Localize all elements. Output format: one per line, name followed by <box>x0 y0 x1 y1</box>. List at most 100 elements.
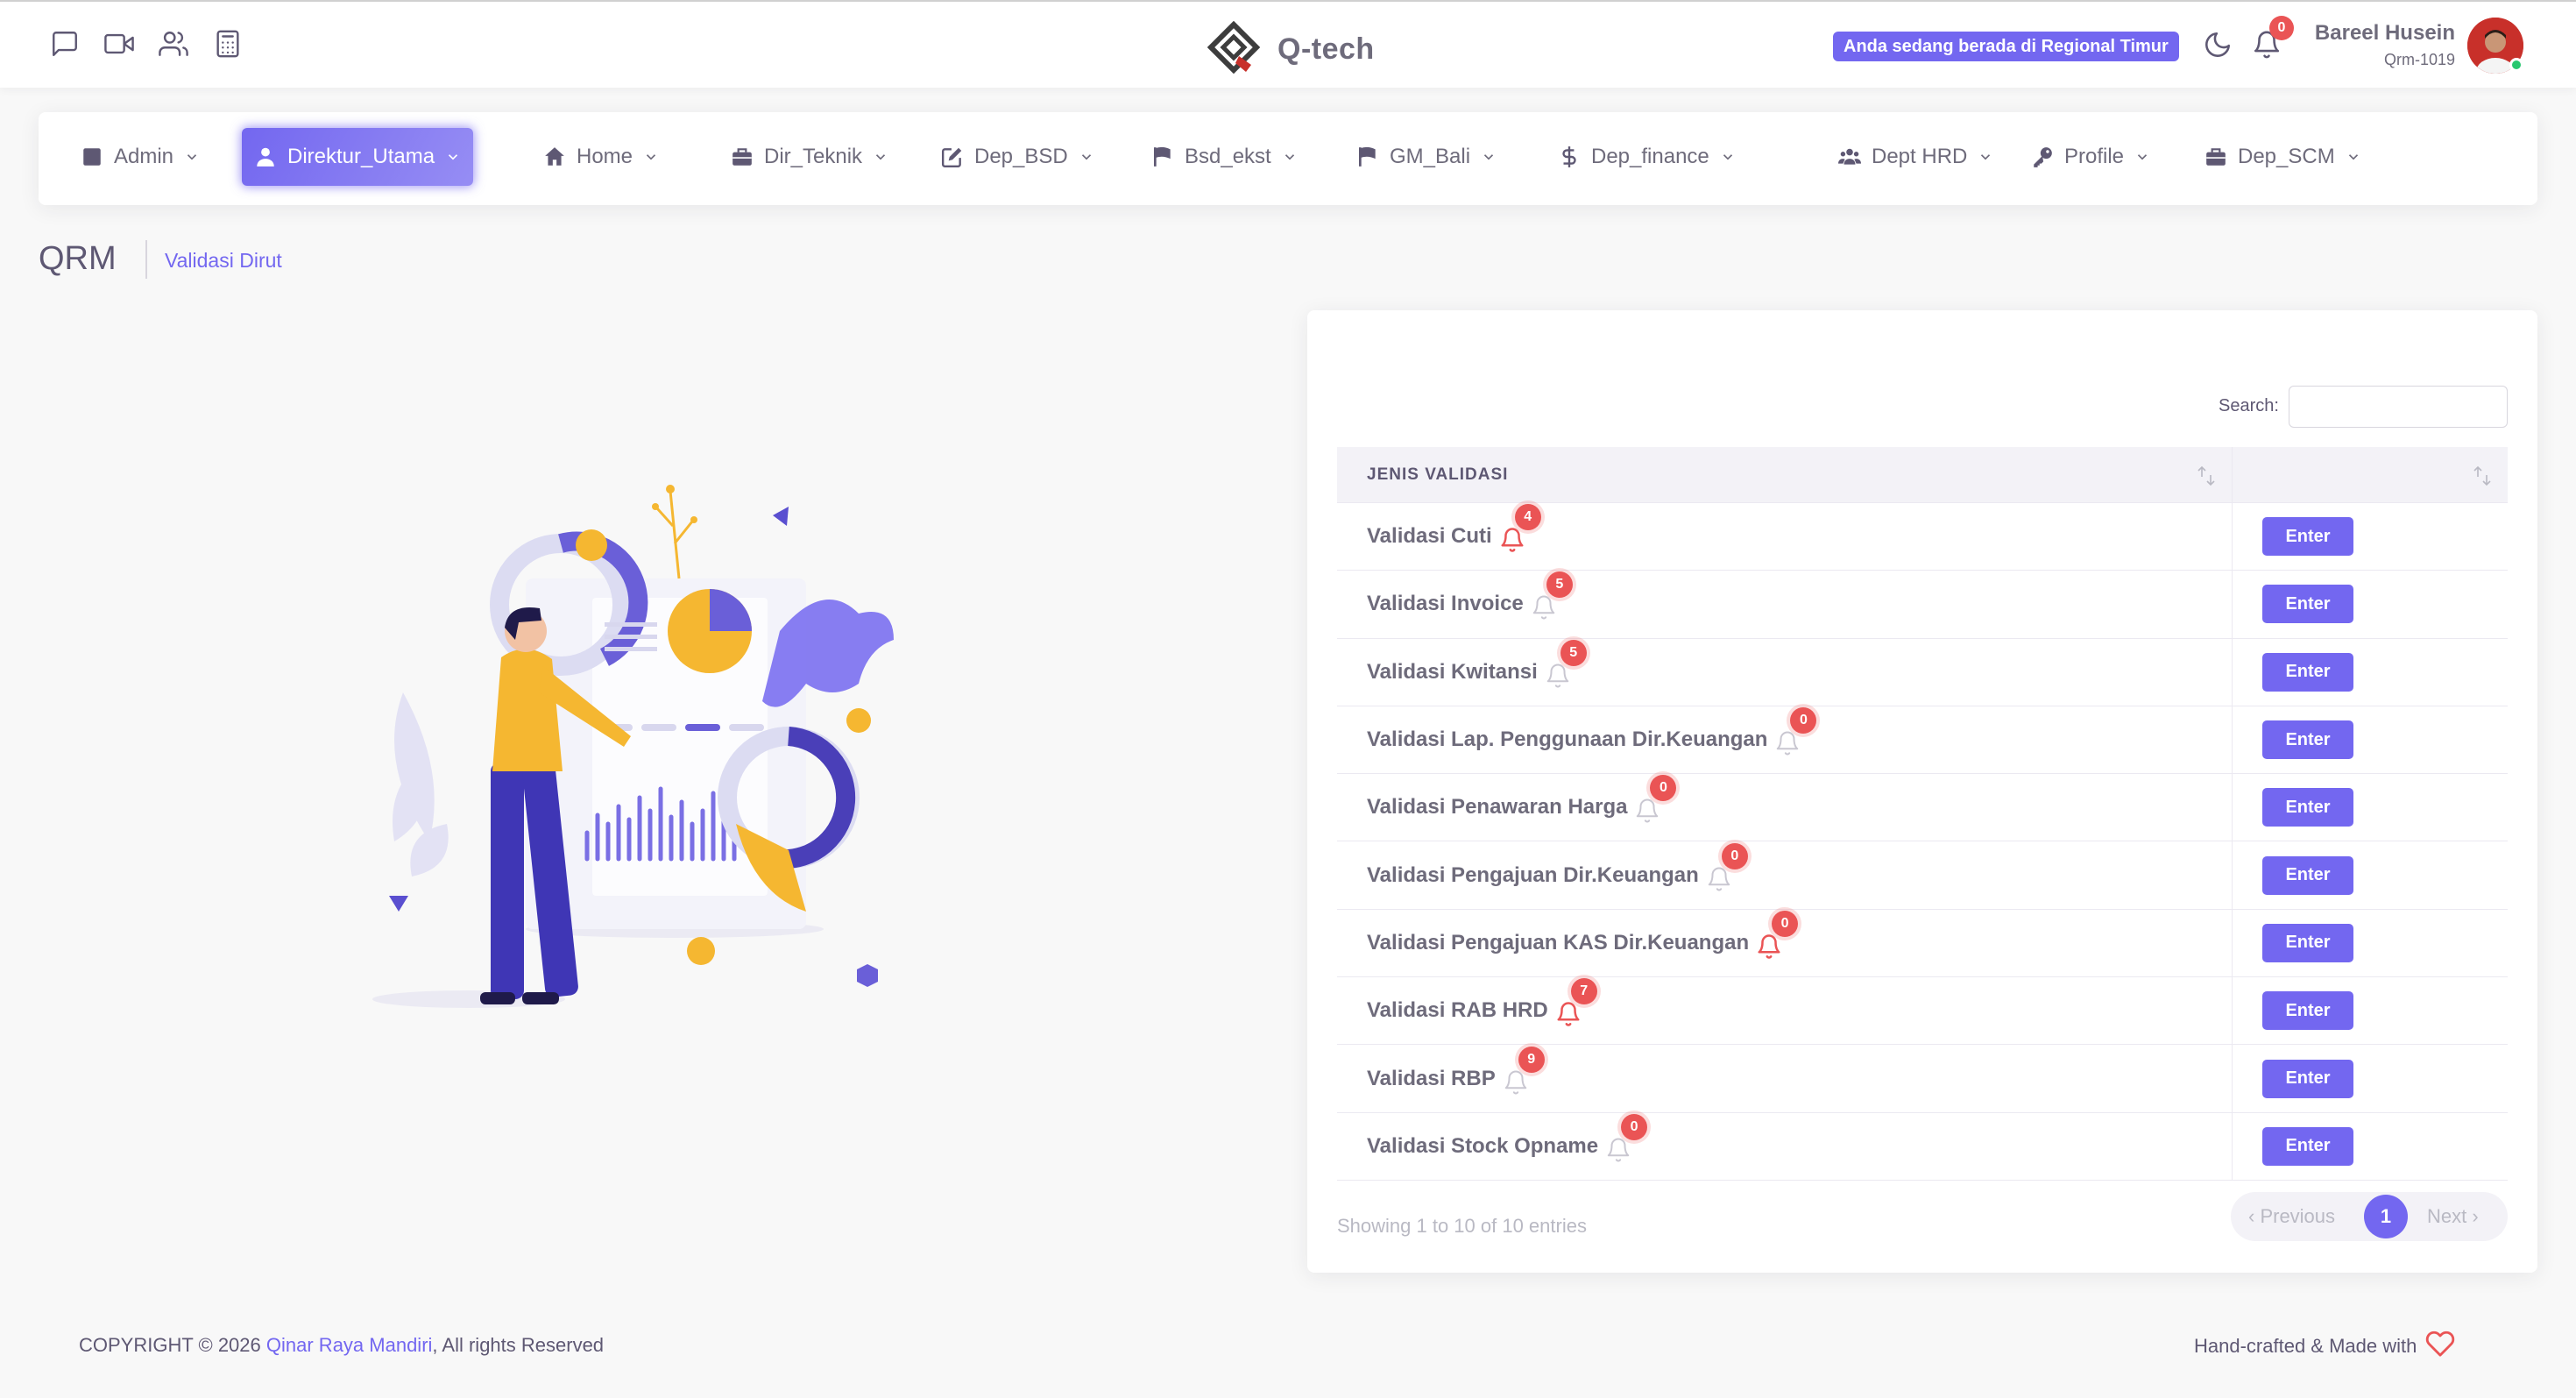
table-row: Validasi Pengajuan Dir.Keuangan 0 Enter <box>1337 841 2508 910</box>
menu-item-dep-finance[interactable]: Dep_finance <box>1546 128 1748 186</box>
table-row: Validasi RAB HRD 7 Enter <box>1337 977 2508 1046</box>
pending-count-badge: 4 <box>1514 504 1541 531</box>
made-with-text: Hand-crafted & Made with <box>2194 1335 2417 1357</box>
enter-button[interactable]: Enter <box>2262 720 2353 760</box>
enter-button[interactable]: Enter <box>2262 991 2353 1031</box>
menu-item-direktur-utama[interactable]: Direktur_Utama <box>242 128 474 186</box>
enter-button[interactable]: Enter <box>2262 652 2353 692</box>
menu-item-label: Home <box>577 145 633 168</box>
bell-icon: 0 <box>1634 775 1677 824</box>
menu-item-dep-bsd[interactable]: Dep_BSD <box>929 128 1107 186</box>
menu-item-dir-teknik[interactable]: Dir_Teknik <box>718 128 901 186</box>
validation-type-cell: Validasi Invoice 5 <box>1337 571 2233 638</box>
breadcrumb[interactable]: Validasi Dirut <box>165 249 282 273</box>
action-cell: Enter <box>2233 1045 2508 1111</box>
sort-icon <box>2473 465 2492 487</box>
table-row: Validasi Invoice 5 Enter <box>1337 571 2508 639</box>
search-input[interactable] <box>2289 386 2508 428</box>
enter-button[interactable]: Enter <box>2262 517 2353 557</box>
pagination-previous[interactable]: ‹ Previous <box>2248 1205 2335 1228</box>
validation-type-label: Validasi Lap. Penggunaan Dir.Keuangan <box>1367 727 1768 752</box>
menu-item-label: Dept HRD <box>1872 145 1968 168</box>
enter-button[interactable]: Enter <box>2262 923 2353 962</box>
chevron-down-icon <box>1284 154 1294 160</box>
brand-name: Q-tech <box>1277 32 1375 66</box>
pending-count-badge: 5 <box>1560 639 1587 666</box>
menu-item-label: Dep_finance <box>1591 145 1709 168</box>
menu-item-label: GM_Bali <box>1390 145 1471 168</box>
company-link[interactable]: Qinar Raya Mandiri <box>266 1334 433 1356</box>
chevron-down-icon <box>875 154 886 160</box>
validation-card: Search: JENIS VALIDASI Validasi Cuti 4 Ent… <box>1307 310 2537 1273</box>
qtech-logo-icon <box>1207 20 1261 78</box>
validation-type-label: Validasi Invoice <box>1367 592 1524 616</box>
column-header-action[interactable] <box>2233 447 2508 502</box>
validation-type-label: Validasi RBP <box>1367 1066 1496 1090</box>
action-cell: Enter <box>2233 571 2508 637</box>
flag-icon <box>1153 146 1171 167</box>
validation-type-cell: Validasi RAB HRD 7 <box>1337 977 2233 1045</box>
user-info[interactable]: Bareel Husein Qrm-1019 <box>2315 21 2455 69</box>
moon-icon[interactable] <box>2203 30 2234 61</box>
action-cell: Enter <box>2233 774 2508 841</box>
validation-type-label: Validasi Pengajuan KAS Dir.Keuangan <box>1367 930 1750 954</box>
enter-button[interactable]: Enter <box>2262 1126 2353 1166</box>
copyright-prefix: COPYRIGHT © 2026 <box>79 1334 266 1356</box>
validation-type-label: Validasi RAB HRD <box>1367 998 1548 1023</box>
user-icon <box>257 147 274 167</box>
key-icon <box>2034 147 2052 167</box>
avatar[interactable] <box>2467 18 2523 86</box>
action-cell: Enter <box>2233 841 2508 908</box>
menu-item-label: Dir_Teknik <box>764 145 863 168</box>
chevron-down-icon <box>187 154 197 160</box>
edit-icon <box>941 147 962 168</box>
enter-button[interactable]: Enter <box>2262 585 2353 624</box>
chevron-down-icon <box>2348 154 2358 160</box>
menu-item-home[interactable]: Home <box>531 128 671 186</box>
chevron-down-icon <box>1981 154 1991 160</box>
enter-button[interactable]: Enter <box>2262 788 2353 827</box>
menu-item-bsd-ekst[interactable]: Bsd_ekst <box>1139 128 1310 186</box>
users-icon[interactable] <box>158 28 189 60</box>
column-header-jenis-validasi[interactable]: JENIS VALIDASI <box>1337 447 2233 502</box>
calculator-icon[interactable] <box>212 28 244 60</box>
chevron-down-icon <box>1081 154 1091 160</box>
enter-button[interactable]: Enter <box>2262 855 2353 895</box>
menu-item-label: Bsd_ekst <box>1185 145 1271 168</box>
dollar-icon <box>1562 146 1576 167</box>
bell-icon: 4 <box>1499 504 1541 553</box>
footer-made-with: Hand-crafted & Made with <box>2194 1329 2455 1364</box>
menu-item-dep-scm[interactable]: Dep_SCM <box>2192 128 2374 186</box>
table-row: Validasi Stock Opname 0 Enter <box>1337 1112 2508 1181</box>
enter-button[interactable]: Enter <box>2262 1059 2353 1098</box>
bell-icon: 5 <box>1531 571 1573 621</box>
pending-count-badge: 0 <box>1790 707 1817 734</box>
region-badge: Anda sedang berada di Regional Timur <box>1833 32 2179 61</box>
breadcrumb-divider <box>145 240 147 279</box>
bell-icon: 7 <box>1555 978 1597 1027</box>
user-name: Bareel Husein <box>2314 21 2455 45</box>
users-icon <box>1838 148 1861 165</box>
entries-info: Showing 1 to 10 of 10 entries <box>1337 1215 1587 1237</box>
action-cell: Enter <box>2233 503 2508 570</box>
menu-item-admin[interactable]: Admin <box>68 128 212 186</box>
notification-bell[interactable]: 0 <box>2252 16 2294 61</box>
user-id: Qrm-1019 <box>2383 51 2455 68</box>
menu-item-gm-bali[interactable]: GM_Bali <box>1344 128 1509 186</box>
pagination-page-1[interactable]: 1 <box>2364 1195 2408 1238</box>
brand[interactable]: Q-tech <box>1207 20 1375 78</box>
pagination-next[interactable]: Next › <box>2427 1205 2479 1228</box>
validation-type-cell: Validasi Stock Opname 0 <box>1337 1112 2233 1180</box>
menu-item-dept-hrd[interactable]: Dept HRD <box>1826 128 2006 186</box>
column-header-label: JENIS VALIDASI <box>1367 465 1509 484</box>
validation-type-label: Validasi Pengajuan Dir.Keuangan <box>1367 862 1699 887</box>
video-icon[interactable] <box>103 28 135 60</box>
action-cell: Enter <box>2233 977 2508 1044</box>
chat-icon[interactable] <box>49 28 81 60</box>
table-row: Validasi Kwitansi 5 Enter <box>1337 638 2508 706</box>
copyright-suffix: , All rights Reserved <box>432 1334 605 1356</box>
table-row: Validasi RBP 9 Enter <box>1337 1045 2508 1113</box>
menu-item-profile[interactable]: Profile <box>2019 128 2162 186</box>
menu-item-label: Admin <box>114 145 174 168</box>
top-navbar: Q-tech Anda sedang berada di Regional Ti… <box>0 0 2576 88</box>
